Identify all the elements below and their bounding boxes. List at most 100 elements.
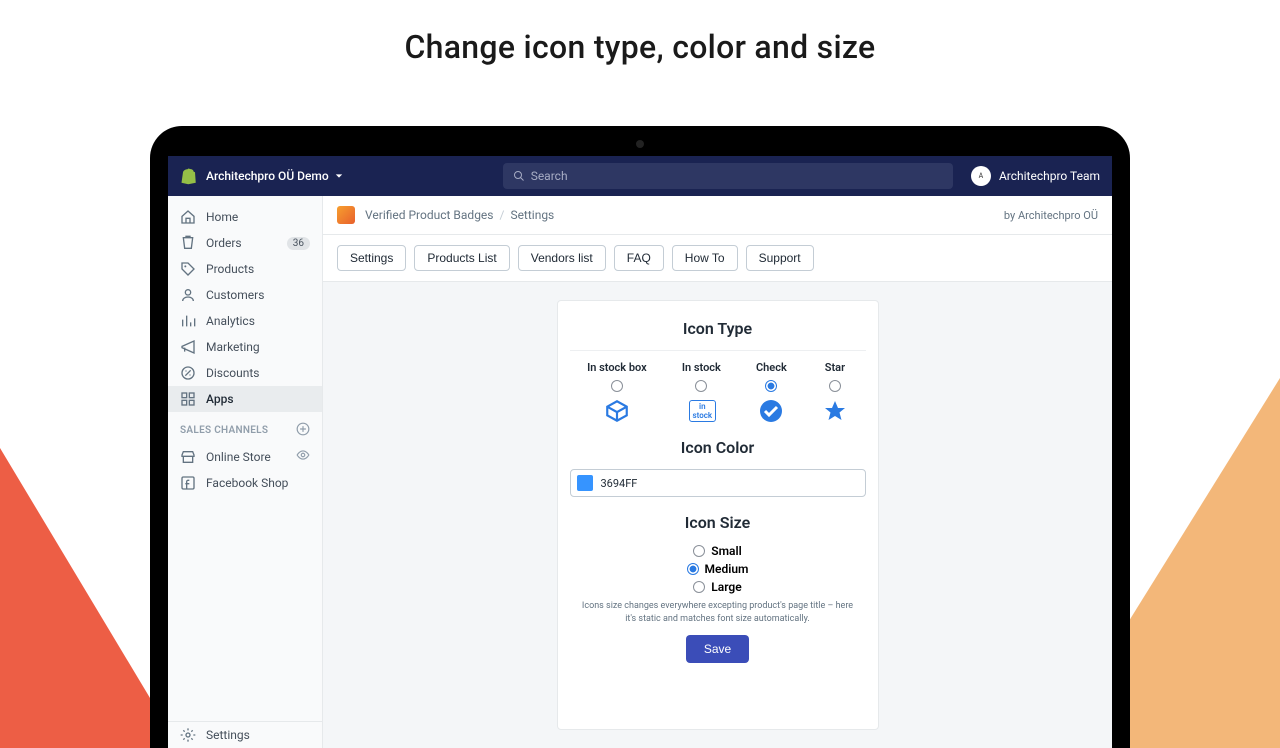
laptop-frame: Architechpro OÜ Demo Search A Architechp…: [150, 126, 1130, 748]
top-bar: Architechpro OÜ Demo Search A Architechp…: [168, 156, 1112, 196]
icon-size-options: Small Medium Large: [558, 544, 878, 594]
icon-type-option-box[interactable]: In stock box: [587, 361, 647, 424]
sidebar-item-orders[interactable]: Orders 36: [168, 230, 322, 256]
tab-faq[interactable]: FAQ: [614, 245, 664, 271]
sidebar-item-analytics[interactable]: Analytics: [168, 308, 322, 334]
sidebar-item-customers[interactable]: Customers: [168, 282, 322, 308]
search-placeholder: Search: [531, 169, 568, 183]
icon-type-title: Icon Type: [558, 315, 878, 350]
type-label: Check: [756, 361, 787, 374]
radio-icon: [693, 545, 705, 557]
color-swatch: [577, 475, 593, 491]
home-icon: [180, 209, 196, 225]
breadcrumb-app[interactable]: Verified Product Badges: [365, 208, 493, 222]
type-label: In stock: [682, 361, 721, 374]
sidebar-item-online-store[interactable]: Online Store: [168, 443, 322, 470]
byline: by Architechpro OÜ: [1004, 209, 1098, 222]
store-icon: [180, 449, 196, 465]
icon-type-options: In stock box In stock in stock: [558, 361, 878, 434]
chevron-down-icon: [335, 172, 343, 180]
analytics-icon: [180, 313, 196, 329]
orders-badge: 36: [287, 237, 310, 250]
size-option-small[interactable]: Small: [693, 544, 741, 558]
type-label: Star: [825, 361, 845, 374]
add-channel-button[interactable]: [296, 422, 310, 439]
color-hex-value: 3694FF: [601, 477, 638, 490]
marketing-headline: Change icon type, color and size: [0, 28, 1280, 66]
view-store-icon[interactable]: [296, 448, 310, 465]
discounts-icon: [180, 365, 196, 381]
icon-type-option-instock[interactable]: In stock in stock: [682, 361, 721, 424]
sidebar-item-marketing[interactable]: Marketing: [168, 334, 322, 360]
size-hint: Icons size changes everywhere excepting …: [558, 600, 878, 635]
shopify-logo-icon: [180, 166, 198, 186]
type-label: In stock box: [587, 361, 647, 374]
settings-panel: Icon Type In stock box In stock: [557, 300, 879, 730]
avatar-icon: A: [971, 166, 991, 186]
team-name-label: Architechpro Team: [999, 169, 1100, 183]
sidebar-label: Facebook Shop: [206, 476, 288, 490]
size-option-medium[interactable]: Medium: [687, 562, 749, 576]
tab-support[interactable]: Support: [746, 245, 814, 271]
size-option-large[interactable]: Large: [693, 580, 741, 594]
icon-type-option-star[interactable]: Star: [822, 361, 848, 424]
sidebar-label: Apps: [206, 392, 234, 406]
products-icon: [180, 261, 196, 277]
instock-badge-icon: in stock: [688, 398, 714, 424]
sidebar-label: Orders: [206, 236, 242, 250]
box-icon: [604, 398, 630, 424]
tab-products-list[interactable]: Products List: [414, 245, 509, 271]
tab-settings[interactable]: Settings: [337, 245, 406, 271]
sidebar-item-discounts[interactable]: Discounts: [168, 360, 322, 386]
sales-channels-header: SALES CHANNELS: [168, 412, 322, 443]
app-screen: Architechpro OÜ Demo Search A Architechp…: [168, 156, 1112, 748]
sidebar-label: Marketing: [206, 340, 260, 354]
radio-icon: [765, 380, 777, 392]
customers-icon: [180, 287, 196, 303]
sidebar-label: Settings: [206, 728, 250, 742]
sidebar-item-products[interactable]: Products: [168, 256, 322, 282]
sidebar-item-home[interactable]: Home: [168, 204, 322, 230]
tab-how-to[interactable]: How To: [672, 245, 738, 271]
tab-vendors-list[interactable]: Vendors list: [518, 245, 606, 271]
facebook-icon: [180, 475, 196, 491]
breadcrumb-separator: /: [499, 208, 504, 222]
tab-bar: Settings Products List Vendors list FAQ …: [323, 235, 1112, 282]
main-content: Verified Product Badges / Settings by Ar…: [323, 196, 1112, 748]
save-button[interactable]: Save: [686, 635, 749, 663]
radio-icon: [695, 380, 707, 392]
sidebar: Home Orders 36 Products Customers Analyti…: [168, 196, 323, 748]
sidebar-label: Customers: [206, 288, 264, 302]
apps-icon: [180, 391, 196, 407]
store-switcher[interactable]: Architechpro OÜ Demo: [206, 169, 343, 183]
icon-color-title: Icon Color: [558, 434, 878, 469]
store-name-label: Architechpro OÜ Demo: [206, 169, 329, 183]
icon-type-option-check[interactable]: Check: [756, 361, 787, 424]
sidebar-label: Analytics: [206, 314, 255, 328]
sidebar-label: Discounts: [206, 366, 259, 380]
breadcrumb-page: Settings: [510, 208, 554, 222]
sidebar-label: Products: [206, 262, 254, 276]
icon-color-input[interactable]: 3694FF: [570, 469, 866, 497]
account-menu[interactable]: A Architechpro Team: [971, 166, 1100, 186]
radio-icon: [829, 380, 841, 392]
breadcrumb: Verified Product Badges / Settings by Ar…: [323, 196, 1112, 235]
star-icon: [822, 398, 848, 424]
orders-icon: [180, 235, 196, 251]
radio-icon: [693, 581, 705, 593]
gear-icon: [180, 727, 196, 743]
marketing-icon: [180, 339, 196, 355]
search-input[interactable]: Search: [503, 163, 953, 189]
radio-icon: [611, 380, 623, 392]
sidebar-label: Online Store: [206, 450, 271, 464]
radio-icon: [687, 563, 699, 575]
sidebar-label: Home: [206, 210, 238, 224]
sidebar-item-apps[interactable]: Apps: [168, 386, 322, 412]
check-circle-icon: [758, 398, 784, 424]
sidebar-item-facebook-shop[interactable]: Facebook Shop: [168, 470, 322, 496]
sidebar-item-settings[interactable]: Settings: [168, 722, 322, 748]
laptop-camera-icon: [636, 140, 644, 148]
search-icon: [513, 170, 525, 182]
app-logo-icon: [337, 206, 355, 224]
icon-size-title: Icon Size: [558, 509, 878, 544]
